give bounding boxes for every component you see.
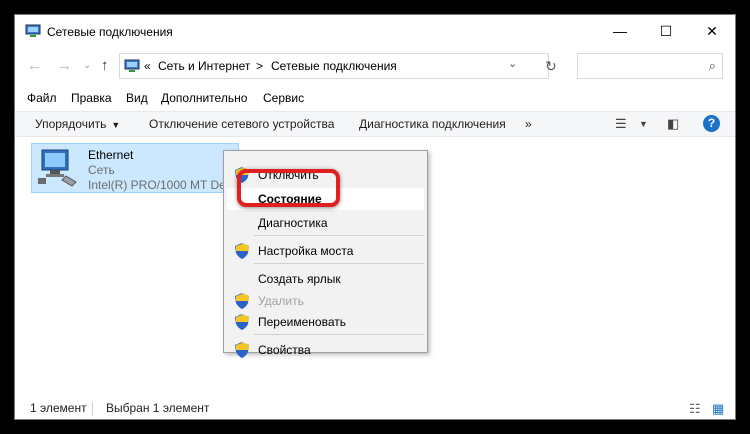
context-menu-label: Переименовать [258,315,346,329]
highlight-callout [237,169,340,207]
maximize-icon: ☐ [659,22,673,39]
network-folder-icon [124,59,140,72]
organize-button[interactable]: Упорядочить ▼ [35,117,120,131]
context-menu-item[interactable]: Свойства [227,339,424,361]
context-menu-item[interactable]: Удалить [227,290,424,312]
status-divider [92,402,93,416]
menu-advanced[interactable]: Дополнительно [161,91,247,105]
context-menu-label: Удалить [258,294,304,308]
window-title: Сетевые подключения [47,25,173,39]
menu-view[interactable]: Вид [126,91,148,105]
close-button[interactable]: ✕ [689,15,735,47]
ethernet-adapter-icon [38,149,77,187]
breadcrumb-overflow-icon[interactable]: « [144,59,151,73]
close-icon: ✕ [706,22,718,39]
menu-file[interactable]: Файл [27,91,57,105]
uac-shield-icon [235,314,249,330]
refresh-button[interactable]: ↻ [545,58,557,75]
more-commands-button[interactable]: » [525,117,532,131]
diagnose-connection-button[interactable]: Диагностика подключения [359,117,506,131]
breadcrumb-network-connections[interactable]: Сетевые подключения [271,59,397,73]
context-menu-label: Свойства [258,343,311,357]
context-menu-item[interactable]: Создать ярлык [227,268,424,290]
large-icons-view-icon[interactable]: ▦ [712,401,724,417]
recent-locations-chevron-icon[interactable]: ⌄ [83,60,91,71]
disable-device-button[interactable]: Отключение сетевого устройства [149,117,334,131]
command-bar: Упорядочить ▼ Отключение сетевого устройс… [15,111,735,137]
search-icon[interactable]: ⌕ [709,58,716,74]
menu-separator [254,334,424,335]
status-bar: 1 элемент Выбран 1 элемент ☷ ▦ [15,399,735,419]
address-bar[interactable]: « Сеть и Интернет > Сетевые подключения … [119,53,549,79]
explorer-window: Сетевые подключения — ☐ ✕ ← → ⌄ ↑ « Сеть… [14,14,736,420]
connection-network: Сеть [88,163,115,177]
context-menu-item[interactable]: Диагностика [227,212,424,234]
breadcrumb-separator-icon[interactable]: > [256,59,263,73]
preview-pane-icon[interactable]: ◧ [667,116,679,132]
uac-shield-icon [235,293,249,309]
menu-tools[interactable]: Сервис [263,91,304,105]
up-button[interactable]: ↑ [101,57,109,74]
menu-separator [254,263,424,264]
view-options-icon[interactable]: ☰ [615,116,627,132]
uac-shield-icon [235,243,249,259]
context-menu-item[interactable]: Настройка моста [227,240,424,262]
context-menu-item[interactable]: Переименовать [227,311,424,333]
context-menu-label: Создать ярлык [258,272,341,286]
connection-name: Ethernet [88,148,134,162]
organize-label: Упорядочить [35,117,107,131]
network-connections-icon [25,24,41,37]
selected-count: Выбран 1 элемент [106,401,210,415]
uac-shield-icon [235,342,249,358]
back-button[interactable]: ← [27,57,42,74]
title-bar: Сетевые подключения — ☐ ✕ [15,15,735,47]
maximize-button[interactable]: ☐ [643,15,689,47]
help-icon[interactable]: ? [703,115,720,132]
details-view-icon[interactable]: ☷ [689,401,701,417]
menu-edit[interactable]: Правка [71,91,112,105]
breadcrumb-network-internet[interactable]: Сеть и Интернет [158,59,250,73]
forward-button[interactable]: → [57,57,72,74]
item-count: 1 элемент [30,401,87,415]
search-input[interactable]: ⌕ [577,53,723,79]
context-menu-label: Диагностика [258,216,328,230]
context-menu-label: Настройка моста [258,244,354,258]
chevron-down-icon: ▼ [111,120,121,130]
minimize-button[interactable]: — [597,15,643,47]
view-dropdown-icon[interactable]: ▼ [639,119,648,129]
menu-separator [254,235,424,236]
minimize-icon: — [613,23,627,39]
ethernet-connection-item[interactable]: Ethernet Сеть Intel(R) PRO/1000 MT Deskt… [31,143,299,193]
address-dropdown-icon[interactable]: ⌄ [508,57,517,70]
